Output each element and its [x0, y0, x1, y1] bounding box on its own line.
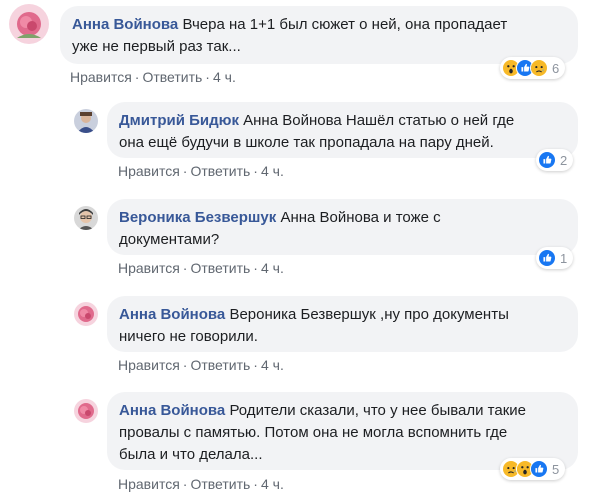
avatar[interactable] — [74, 399, 98, 423]
comment-actions: Нравится · Ответить · 4 ч. — [70, 69, 236, 85]
comment-text: Анна Войнова Нашёл статью о ней где — [243, 112, 515, 129]
reaction-count: 2 — [560, 152, 568, 168]
comment-text: уже не первый раз так... — [72, 38, 241, 55]
comment-bubble: Вероника Безвершук Анна Войнова и тоже с… — [107, 199, 578, 255]
comment-actions: Нравится · Ответить · 4 ч. — [118, 260, 284, 276]
reply-link[interactable]: Ответить — [190, 357, 250, 373]
avatar[interactable] — [74, 302, 98, 326]
like-link[interactable]: Нравится — [118, 163, 180, 179]
reactions-summary[interactable]: 2 — [536, 149, 574, 171]
comment-author[interactable]: Анна Войнова — [72, 16, 178, 33]
comment-author[interactable]: Анна Войнова — [119, 402, 225, 419]
comment-text: Анна Войнова и тоже с — [280, 209, 441, 226]
timestamp[interactable]: 4 ч. — [213, 69, 236, 85]
like-icon — [538, 249, 556, 267]
timestamp[interactable]: 4 ч. — [261, 357, 284, 373]
timestamp[interactable]: 4 ч. — [261, 163, 284, 179]
comment-text: она ещё будучи в школе так пропадала на … — [119, 134, 494, 151]
reaction-count: 5 — [552, 461, 560, 477]
comment-bubble: Анна Войнова Вчера на 1+1 был сюжет о не… — [60, 6, 578, 64]
comment-text: ничего не говорили. — [119, 328, 258, 345]
comment-text: провалы с памятью. Потом она не могла вс… — [119, 424, 508, 441]
comment-text: Вероника Безвершук ,ну про документы — [229, 306, 509, 323]
comment-author[interactable]: Анна Войнова — [119, 306, 225, 323]
like-icon — [530, 460, 548, 478]
sad-icon — [530, 59, 548, 77]
reactions-summary[interactable]: 1 — [536, 247, 574, 269]
comment-text: Вчера на 1+1 был сюжет о ней, она пропад… — [182, 16, 508, 33]
like-link[interactable]: Нравится — [118, 476, 180, 492]
like-icon — [538, 151, 556, 169]
comment-author[interactable]: Дмитрий Бидюк — [119, 112, 239, 129]
comment-actions: Нравится · Ответить · 4 ч. — [118, 476, 284, 492]
comment-bubble: Анна Войнова Вероника Безвершук ,ну про … — [107, 296, 578, 352]
reactions-summary[interactable]: 6 — [500, 57, 566, 79]
avatar[interactable] — [9, 4, 49, 44]
reply-link[interactable]: Ответить — [190, 260, 250, 276]
reply-link[interactable]: Ответить — [190, 476, 250, 492]
like-link[interactable]: Нравится — [118, 260, 180, 276]
comment-actions: Нравится · Ответить · 4 ч. — [118, 163, 284, 179]
reaction-count: 6 — [552, 60, 560, 76]
reaction-count: 1 — [560, 250, 568, 266]
comment-text: документами? — [119, 231, 220, 248]
avatar[interactable] — [74, 206, 98, 230]
timestamp[interactable]: 4 ч. — [261, 260, 284, 276]
like-link[interactable]: Нравится — [118, 357, 180, 373]
comment-author[interactable]: Вероника Безвершук — [119, 209, 276, 226]
reactions-summary[interactable]: 5 — [500, 458, 566, 480]
timestamp[interactable]: 4 ч. — [261, 476, 284, 492]
avatar[interactable] — [74, 109, 98, 133]
comment-actions: Нравится · Ответить · 4 ч. — [118, 357, 284, 373]
reply-link[interactable]: Ответить — [142, 69, 202, 85]
reply-link[interactable]: Ответить — [190, 163, 250, 179]
comment-bubble: Дмитрий Бидюк Анна Войнова Нашёл статью … — [107, 102, 578, 158]
like-link[interactable]: Нравится — [70, 69, 132, 85]
comment-text: была и что делала... — [119, 446, 263, 463]
comment-text: Родители сказали, что у нее бывали такие — [229, 402, 527, 419]
